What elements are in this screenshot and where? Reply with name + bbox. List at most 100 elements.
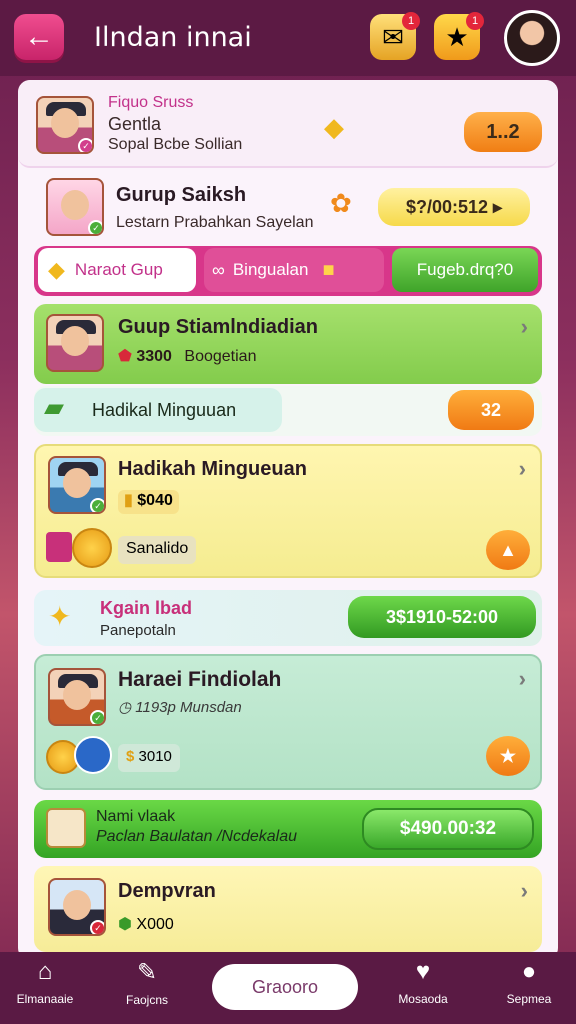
item-value: 3300 xyxy=(136,348,172,365)
top-bar: ← Ilndan innai ✉ 1 ★ 1 xyxy=(0,0,576,76)
list-item[interactable]: ✓ Hadikah Mingueuan ▮ $040 › Sanalido ▲ xyxy=(34,444,542,578)
gift-icon: ✉ xyxy=(382,21,404,52)
avatar xyxy=(46,314,104,372)
ticket-icon: ▰ xyxy=(44,392,64,422)
item-title: Kgain lbad xyxy=(100,598,193,618)
mascot-button[interactable]: ★ 1 xyxy=(434,12,484,60)
feather-icon: ✎ xyxy=(136,959,158,986)
action-button[interactable]: ▲ xyxy=(486,530,530,570)
avatar: ✓ xyxy=(48,456,106,514)
nav-profile[interactable]: ● Sepmea xyxy=(484,958,574,1006)
chevron-right-icon: › xyxy=(518,666,526,691)
list-item[interactable]: ▰ Hadikal Minguuan 32 xyxy=(34,386,542,436)
item-title: Hadikah Mingueuan xyxy=(118,458,307,480)
nav-feather[interactable]: ✎ Faojcns xyxy=(102,958,192,1007)
gift-icon: ✿ xyxy=(330,188,352,218)
card-title: Gentla xyxy=(108,114,162,134)
gift-icon: ■ xyxy=(322,258,335,281)
item-title: Haraei Findiolah xyxy=(118,668,282,691)
tab-label: Fugeb.drq?0 xyxy=(416,260,514,279)
card-subtitle: Sopal Bcbe Sollian xyxy=(108,136,243,153)
nav-center-button[interactable]: Graooro xyxy=(212,964,358,1010)
item-value: 3010 xyxy=(138,748,172,765)
tag-label: Sanalido xyxy=(118,536,197,564)
tab-progress[interactable]: Fugeb.drq?0 xyxy=(392,248,538,292)
coin-icon: ◆ xyxy=(324,112,344,142)
nav-home[interactable]: ⌂ Elmanaaie xyxy=(0,958,90,1006)
chevron-right-icon: › xyxy=(520,314,528,339)
item-value: X000 xyxy=(136,916,174,933)
arrow-left-icon: ← xyxy=(24,20,54,53)
price-pill[interactable]: $490.00:32 xyxy=(362,808,534,850)
chip-icon xyxy=(74,736,112,774)
box-icon xyxy=(46,808,86,848)
count-pill[interactable]: 1..2 xyxy=(464,112,542,152)
star-icon: ✦ xyxy=(48,601,72,632)
price-pill[interactable]: 3$1910-52:00 xyxy=(348,596,536,638)
nav-label: Sepmea xyxy=(506,992,552,1006)
chevron-right-icon: › xyxy=(518,456,526,481)
nav-label: Elmanaaie xyxy=(16,992,74,1006)
nav-label: Mosaoda xyxy=(398,992,448,1006)
item-subtitle: 1193p Munsdan xyxy=(135,699,242,716)
dollar-icon: $ xyxy=(126,748,135,765)
item-meta: ⬢ X000 xyxy=(118,914,174,934)
list-item[interactable]: Guup Stiamlndiadian ⬟ 3300 Boogetian › xyxy=(34,304,542,384)
list-item[interactable]: ✓ Dempvran ⬢ X000 › xyxy=(34,866,542,952)
item-meta: ◷ 1193p Munsdan xyxy=(118,698,242,716)
item-meta: $ 3010 xyxy=(118,744,180,772)
heart-icon: ♥ xyxy=(415,958,431,985)
item-value: $040 xyxy=(137,492,173,509)
card-title: Gurup Saiksh xyxy=(116,184,247,206)
coin-icon: ◆ xyxy=(48,257,65,282)
avatar: ✓ xyxy=(48,878,106,936)
list-item[interactable]: ✦ Kgain lbad Panepotaln 3$1910-52:00 xyxy=(34,590,542,646)
item-subtitle: Panepotaln xyxy=(100,622,176,639)
tab-label: Bingualan xyxy=(232,260,309,279)
notification-badge: 1 xyxy=(402,12,420,30)
item-meta: ▮ $040 xyxy=(118,490,179,514)
card-subtitle: Lestarn Prabahkan Sayelan xyxy=(116,214,314,231)
shield-icon: ⬢ xyxy=(118,916,132,933)
group-card-2[interactable]: ✓ Gurup Saiksh Lestarn Prabahkan Sayelan… xyxy=(34,174,542,244)
tab-group[interactable]: ◆ Naraot Gup xyxy=(38,248,196,292)
notification-badge: 1 xyxy=(466,12,484,30)
mascot-icon: ★ xyxy=(445,21,469,52)
list-item[interactable]: Nami vlaak Paclan Baulatan /Ncdekalau $4… xyxy=(34,800,542,858)
tag-icon xyxy=(46,532,72,562)
avatar: ✓ xyxy=(48,668,106,726)
tab-label: Naraot Gup xyxy=(74,260,163,279)
avatar: ✓ xyxy=(46,178,104,236)
item-label: Boogetian xyxy=(184,348,257,365)
price-pill[interactable]: $?/00:512 ▸ xyxy=(378,188,530,226)
back-button[interactable]: ← xyxy=(14,14,64,60)
nav-label: Faojcns xyxy=(125,993,169,1007)
person-icon: ● xyxy=(521,958,537,985)
item-label: Hadikal Minguuan xyxy=(92,400,237,420)
count-pill[interactable]: 32 xyxy=(448,390,534,430)
trophy-icon: ▲ xyxy=(499,539,517,560)
item-title: Nami vlaak xyxy=(96,808,176,825)
list-item[interactable]: ✓ Haraei Findiolah ◷ 1193p Munsdan › $ 3… xyxy=(34,654,542,790)
shield-icon: ⬟ xyxy=(118,348,132,365)
home-icon: ⌂ xyxy=(37,958,53,985)
coin-icon xyxy=(72,528,112,568)
coin-icon: ▮ xyxy=(124,492,133,509)
item-title: Guup Stiamlndiadian xyxy=(118,316,319,338)
item-title: Dempvran xyxy=(118,880,216,902)
gift-button[interactable]: ✉ 1 xyxy=(370,12,420,60)
tab-bingualan[interactable]: ∞ Bingualan ■ xyxy=(204,248,384,292)
clock-icon: ◷ xyxy=(118,699,132,716)
group-card-1[interactable]: ✓ Fiquo Sruss Gentla Sopal Bcbe Sollian … xyxy=(18,80,558,168)
nav-messages[interactable]: ♥ Mosaoda xyxy=(378,958,468,1006)
chevron-right-icon: › xyxy=(520,878,528,903)
star-button[interactable]: ★ xyxy=(486,736,530,776)
star-icon: ★ xyxy=(499,745,517,766)
card-label: Fiquo Sruss xyxy=(108,94,194,111)
avatar: ✓ xyxy=(36,96,94,154)
link-icon: ∞ xyxy=(212,259,225,280)
avatar[interactable] xyxy=(504,10,560,66)
page-title: Ilndan innai xyxy=(94,22,252,53)
item-meta: ⬟ 3300 Boogetian xyxy=(118,346,256,366)
item-subtitle: Paclan Baulatan /Ncdekalau xyxy=(96,828,298,845)
